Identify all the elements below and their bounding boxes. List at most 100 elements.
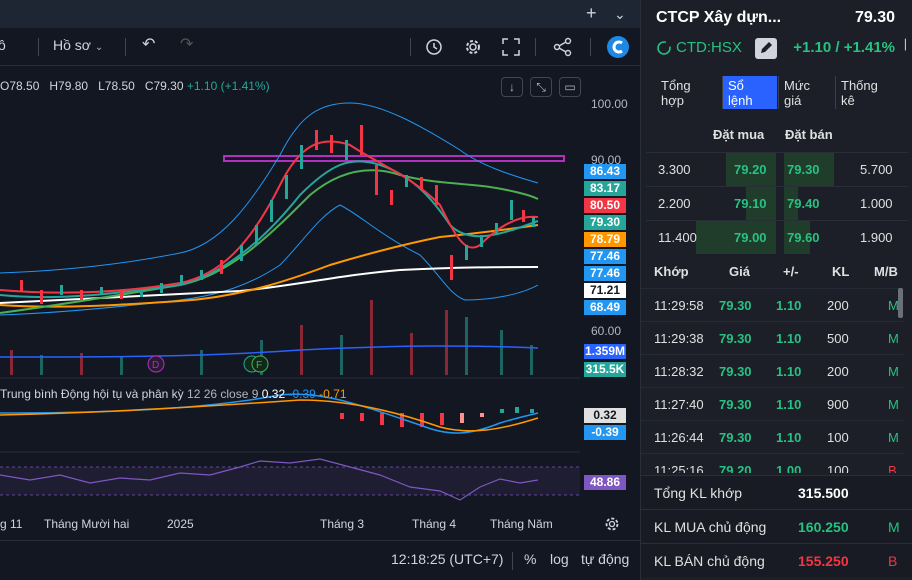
trade-change: 1.10 [776,397,802,412]
divider [512,552,513,570]
divider [590,38,591,56]
scrollbar[interactable] [898,288,903,318]
chart-toolbar: ô Hồ sơ ⌄ ↶ ↷ [0,28,640,66]
refresh-icon[interactable] [656,40,672,56]
ask-volume: 1.900 [860,230,893,245]
bid-price[interactable]: 79.10 [734,196,767,211]
plus-icon[interactable]: + [586,3,597,24]
ask-price[interactable]: 79.60 [787,230,820,245]
change-value: +1.10 (+1.41%) [186,79,270,93]
trade-price: 79.20 [719,463,752,473]
gear-icon[interactable] [603,515,621,533]
tab-overview[interactable]: Tổng hợp [656,76,721,109]
divider [410,38,411,56]
auto-toggle[interactable]: tự động [581,551,629,567]
panel-tabs: Tổng hợp Sổ lệnh Mức giá Thống kê [656,76,898,109]
x-axis-label: 2025 [167,517,194,531]
window-icon[interactable]: ▭ [559,77,581,97]
bollinger-upper [0,102,539,274]
x-axis-label: Tháng Mười hai [44,517,130,531]
event-label-d: D [152,360,159,371]
trade-row: 11:29:58 79.30 1.10 200 M [641,288,903,321]
macd-legend[interactable]: Trung bình Động hội tụ và phân kỳ 12 26 … [0,387,347,401]
orderbook-row: 3.300 79.20 79.30 5.700 [646,152,908,186]
trade-volume: 100 [827,430,849,445]
summary-total-volume: Tổng KL khớp 315.500 [641,475,912,509]
x-axis-label: Tháng 3 [320,517,365,531]
clock-time[interactable]: 12:18:25 (UTC+7) [391,551,503,567]
ask-price[interactable]: 79.30 [787,162,820,177]
orderbook-buy-header: Đặt mua [713,127,765,142]
app-root: { "chart": { "toolbar": { "timeframe_lab… [0,0,912,580]
trade-price: 79.30 [719,298,752,313]
trades-header-time: Khớp [654,264,689,279]
volume-tag: 315.5K [584,362,626,377]
trade-time: 11:26:44 [654,430,704,445]
volume-ma-tag: 1.359M [584,344,626,359]
price-tag-ma-orange: 78.79 [584,232,626,247]
rsi-tag: 48.86 [584,475,626,490]
trade-row: 11:26:44 79.30 1.10 100 M [641,420,903,453]
price-axis-label: 100.00 [591,97,628,111]
divider [535,38,536,56]
price-chart[interactable]: D F [0,95,580,540]
trade-side: M [888,364,899,379]
stock-ticker: CTD:HSX [676,39,742,56]
candles [20,125,535,304]
share-icon[interactable] [553,37,573,57]
trades-header-change: +/- [783,264,799,279]
logo-icon[interactable] [606,35,630,59]
alert-clock-icon[interactable] [425,37,445,57]
undo-icon[interactable]: ↶ [142,34,155,54]
tab-orderbook[interactable]: Sổ lệnh [722,76,777,109]
collapse-icon[interactable]: ⤡ [530,77,552,97]
ohlc-legend: O78.50 H79.80 L78.50 C79.30 +1.10 (+1.41… [0,79,270,93]
stock-panel: CTCP Xây dựn... 79.30 CTD:HSX +1.10 / +1… [640,0,912,580]
edit-icon[interactable] [755,38,777,59]
trade-volume: 200 [827,298,849,313]
trade-volume: 900 [827,397,849,412]
double-chevron-icon[interactable]: ⌄ [614,6,626,23]
log-toggle[interactable]: log [550,551,569,567]
divider [125,38,126,56]
redo-icon[interactable]: ↷ [180,34,193,54]
price-tag-lower-band: 68.49 [584,300,626,315]
trade-change: 1.00 [776,463,802,473]
stock-name: CTCP Xây dựn... [656,9,782,26]
ask-volume: 1.000 [860,196,893,211]
arrow-down-icon[interactable]: ↓ [501,77,523,97]
percent-toggle[interactable]: % [524,551,536,567]
macd-tag-hist: 0.32 [584,408,626,423]
trade-side: B [888,463,897,473]
ma-red [0,140,539,294]
profile-dropdown[interactable]: Hồ sơ ⌄ [53,37,103,53]
stock-change: +1.10 / +1.41% [793,39,895,56]
side-edge-icon[interactable]: ▏ [905,40,912,51]
fullscreen-icon[interactable] [502,38,520,56]
macd-params: 12 26 close 9 [187,387,259,401]
bid-price[interactable]: 79.20 [734,162,767,177]
price-tag-last: 79.30 [584,215,626,230]
trade-row: 11:25:16 79.20 1.00 100 B [641,453,903,473]
bottom-bar: 12:18:25 (UTC+7) % log tự động [0,540,640,580]
ma-teal [0,160,539,299]
summary-label: KL BÁN chủ động [654,553,765,569]
trade-price: 79.30 [719,331,752,346]
trade-time: 11:29:58 [654,298,704,313]
chart-area[interactable]: + ⌄ ô Hồ sơ ⌄ ↶ ↷ O78.50 H79.80 L78.50 C… [0,0,640,580]
gear-icon[interactable] [463,37,483,57]
price-tag-upper-band: 86.43 [584,164,626,179]
trade-change: 1.10 [776,364,802,379]
tab-price-levels[interactable]: Mức giá [778,76,834,109]
bid-price[interactable]: 79.00 [734,230,767,245]
tab-statistics[interactable]: Thống kê [835,76,898,109]
horizontal-level[interactable] [223,155,565,162]
macd-histogram [340,407,534,427]
trade-side: M [888,331,899,346]
summary-value: 160.250 [798,519,849,535]
price-tag-mid-band: 77.46 [584,249,626,264]
ask-price[interactable]: 79.40 [787,196,820,211]
top-strip: + ⌄ [0,0,640,28]
chevron-down-icon[interactable]: ô [0,37,6,53]
x-axis-label: Tháng 4 [412,517,457,531]
